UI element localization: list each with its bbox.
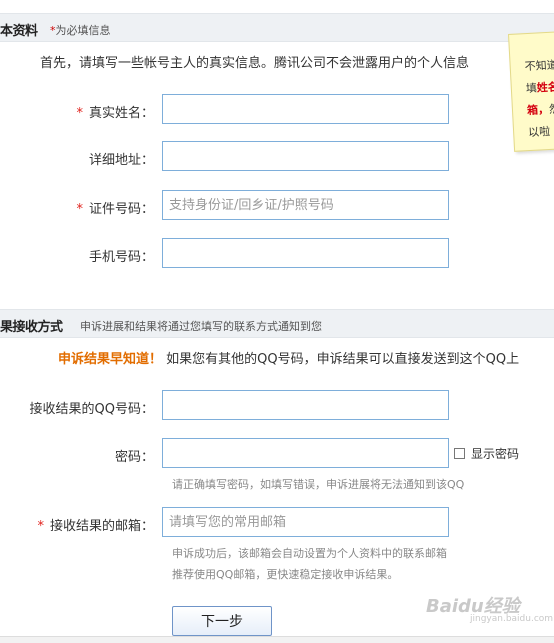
sticky-note-line: 以啦 [527, 124, 551, 140]
sticky-note-highlight: 姓名 [536, 80, 554, 95]
sticky-note-text: 然 [548, 102, 554, 116]
baidu-watermark-url: jingyan.baidu.com [470, 614, 554, 624]
real-name-label-text: 真实姓名： [88, 106, 154, 121]
show-password-toggle[interactable]: 显示密码 [454, 445, 519, 462]
result-receive-title: 果接收方式 [0, 320, 63, 335]
basic-info-intro: 首先，请填写一些帐号主人的真实信息。腾讯公司不会泄露用户的个人信息 [40, 56, 470, 71]
required-note: *为必填信息 [50, 22, 111, 38]
password-label: 密码： [114, 450, 154, 465]
promo-highlight: 申诉结果早知道！ [58, 352, 163, 367]
password-tip: 请正确填写密码，如填写错误，申诉进展将无法通知到该QQ [172, 478, 465, 491]
required-star: * [76, 106, 83, 121]
result-receive-header: 果接收方式 申诉进展和结果将通过您填写的联系方式通知到您 [0, 309, 554, 338]
password-input[interactable] [162, 438, 449, 468]
real-name-label: * 真实姓名： [76, 102, 154, 121]
email-label: * 接收结果的邮箱： [37, 515, 154, 534]
sticky-note-highlight: 箱， [526, 102, 550, 118]
address-input[interactable] [162, 141, 449, 171]
real-name-input[interactable] [162, 94, 449, 124]
promo-text: 申诉结果早知道！ 如果您有其他的QQ号码，申诉结果可以直接发送到这个QQ上 [58, 348, 519, 367]
email-label-text: 接收结果的邮箱： [49, 519, 154, 534]
bottom-status-strip [0, 636, 554, 643]
show-password-checkbox[interactable] [454, 448, 465, 459]
address-label: 详细地址： [88, 153, 154, 168]
qq-input[interactable] [162, 390, 449, 420]
id-number-label: * 证件号码： [76, 198, 154, 217]
required-star: * [37, 519, 44, 534]
result-receive-subtitle: 申诉进展和结果将通过您填写的联系方式通知到您 [80, 320, 322, 333]
email-tip-2: 推荐使用QQ邮箱，更快速稳定接收申诉结果。 [172, 568, 399, 581]
show-password-label: 显示密码 [471, 447, 520, 461]
sticky-note: 不知道 填姓名 箱，然 以啦 [508, 30, 554, 152]
qq-label: 接收结果的QQ号码： [29, 402, 154, 417]
required-star: * [76, 202, 83, 217]
basic-info-title: 本资料 [0, 24, 38, 39]
sticky-note-line: 填姓名 [525, 76, 554, 100]
promo-body: 如果您有其他的QQ号码，申诉结果可以直接发送到这个QQ上 [166, 352, 520, 367]
id-number-input[interactable] [162, 190, 449, 220]
basic-info-header: 本资料 *为必填信息 [0, 13, 554, 42]
required-note-text: 为必填信息 [55, 24, 111, 37]
sticky-note-line: 箱，然 [526, 98, 554, 122]
email-input[interactable] [162, 507, 449, 537]
email-tip-1: 申诉成功后，该邮箱会自动设置为个人资料中的联系邮箱 [172, 547, 447, 560]
sticky-note-line: 不知道 [524, 58, 554, 74]
phone-input[interactable] [162, 238, 449, 268]
next-step-button[interactable]: 下一步 [172, 606, 272, 636]
sticky-note-text: 填 [525, 81, 538, 96]
id-number-label-text: 证件号码： [88, 202, 154, 217]
phone-label: 手机号码： [88, 250, 154, 265]
